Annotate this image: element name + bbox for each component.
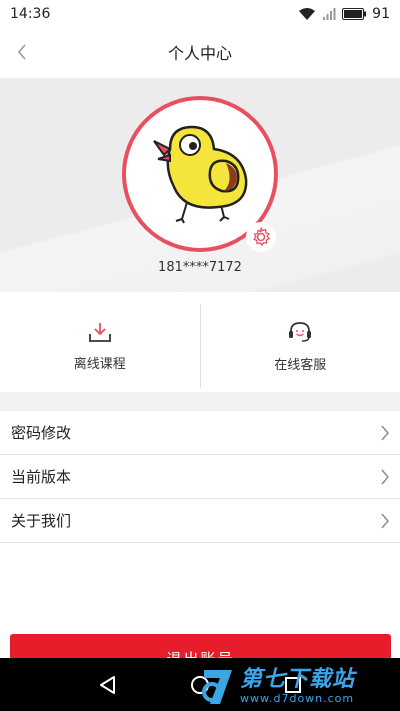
profile-header: 181****7172: [0, 78, 400, 292]
menu-item-current-version[interactable]: 当前版本: [0, 455, 400, 499]
section-divider: [0, 392, 400, 411]
chevron-left-icon: [17, 44, 26, 60]
nav-back-button[interactable]: [85, 663, 129, 707]
menu-item-label: 当前版本: [11, 468, 72, 486]
download-icon: [88, 322, 111, 342]
avatar-wrap: [122, 96, 278, 252]
menu-item-change-password[interactable]: 密码修改: [0, 411, 400, 455]
chevron-right-icon: [381, 469, 389, 484]
offline-courses-label: 离线课程: [73, 356, 126, 372]
gear-icon: [253, 227, 270, 246]
headset-icon: [289, 321, 312, 342]
settings-button[interactable]: [246, 222, 276, 252]
d7-logo-icon: [202, 670, 232, 704]
battery-level: 91: [372, 6, 390, 22]
phone-number: 181****7172: [158, 260, 242, 275]
signal-icon: [322, 7, 336, 21]
online-service-label: 在线客服: [274, 357, 327, 373]
menu-list: 密码修改 当前版本 关于我们: [0, 411, 400, 543]
title-bar: 个人中心: [0, 28, 400, 76]
watermark: 第七下载站 www.d7down.com: [200, 664, 396, 708]
chick-avatar-icon: [153, 125, 248, 224]
watermark-text: 第七下载站 www.d7down.com: [240, 666, 356, 705]
menu-item-label: 关于我们: [11, 512, 72, 530]
status-icons: 91: [298, 6, 390, 22]
offline-courses-button[interactable]: 离线课程: [0, 300, 200, 392]
menu-item-label: 密码修改: [11, 424, 72, 442]
page-title: 个人中心: [167, 44, 232, 63]
chevron-right-icon: [381, 513, 389, 528]
chevron-right-icon: [381, 425, 389, 440]
menu-item-about-us[interactable]: 关于我们: [0, 499, 400, 543]
triangle-back-icon: [99, 675, 115, 694]
status-time: 14:36: [10, 6, 51, 22]
status-bar: 14:36 91: [0, 0, 400, 28]
watermark-url: www.d7down.com: [240, 691, 355, 705]
quick-actions: 离线课程 在线客服: [0, 300, 400, 392]
screen: 14:36 91 个人中心 181****7172 离线课程 在线客服 密码修改…: [0, 0, 400, 711]
online-service-button[interactable]: 在线客服: [201, 300, 400, 392]
battery-icon: [342, 8, 367, 20]
watermark-title: 第七下载站: [240, 666, 356, 692]
wifi-icon: [298, 7, 316, 21]
back-button[interactable]: [4, 34, 40, 70]
